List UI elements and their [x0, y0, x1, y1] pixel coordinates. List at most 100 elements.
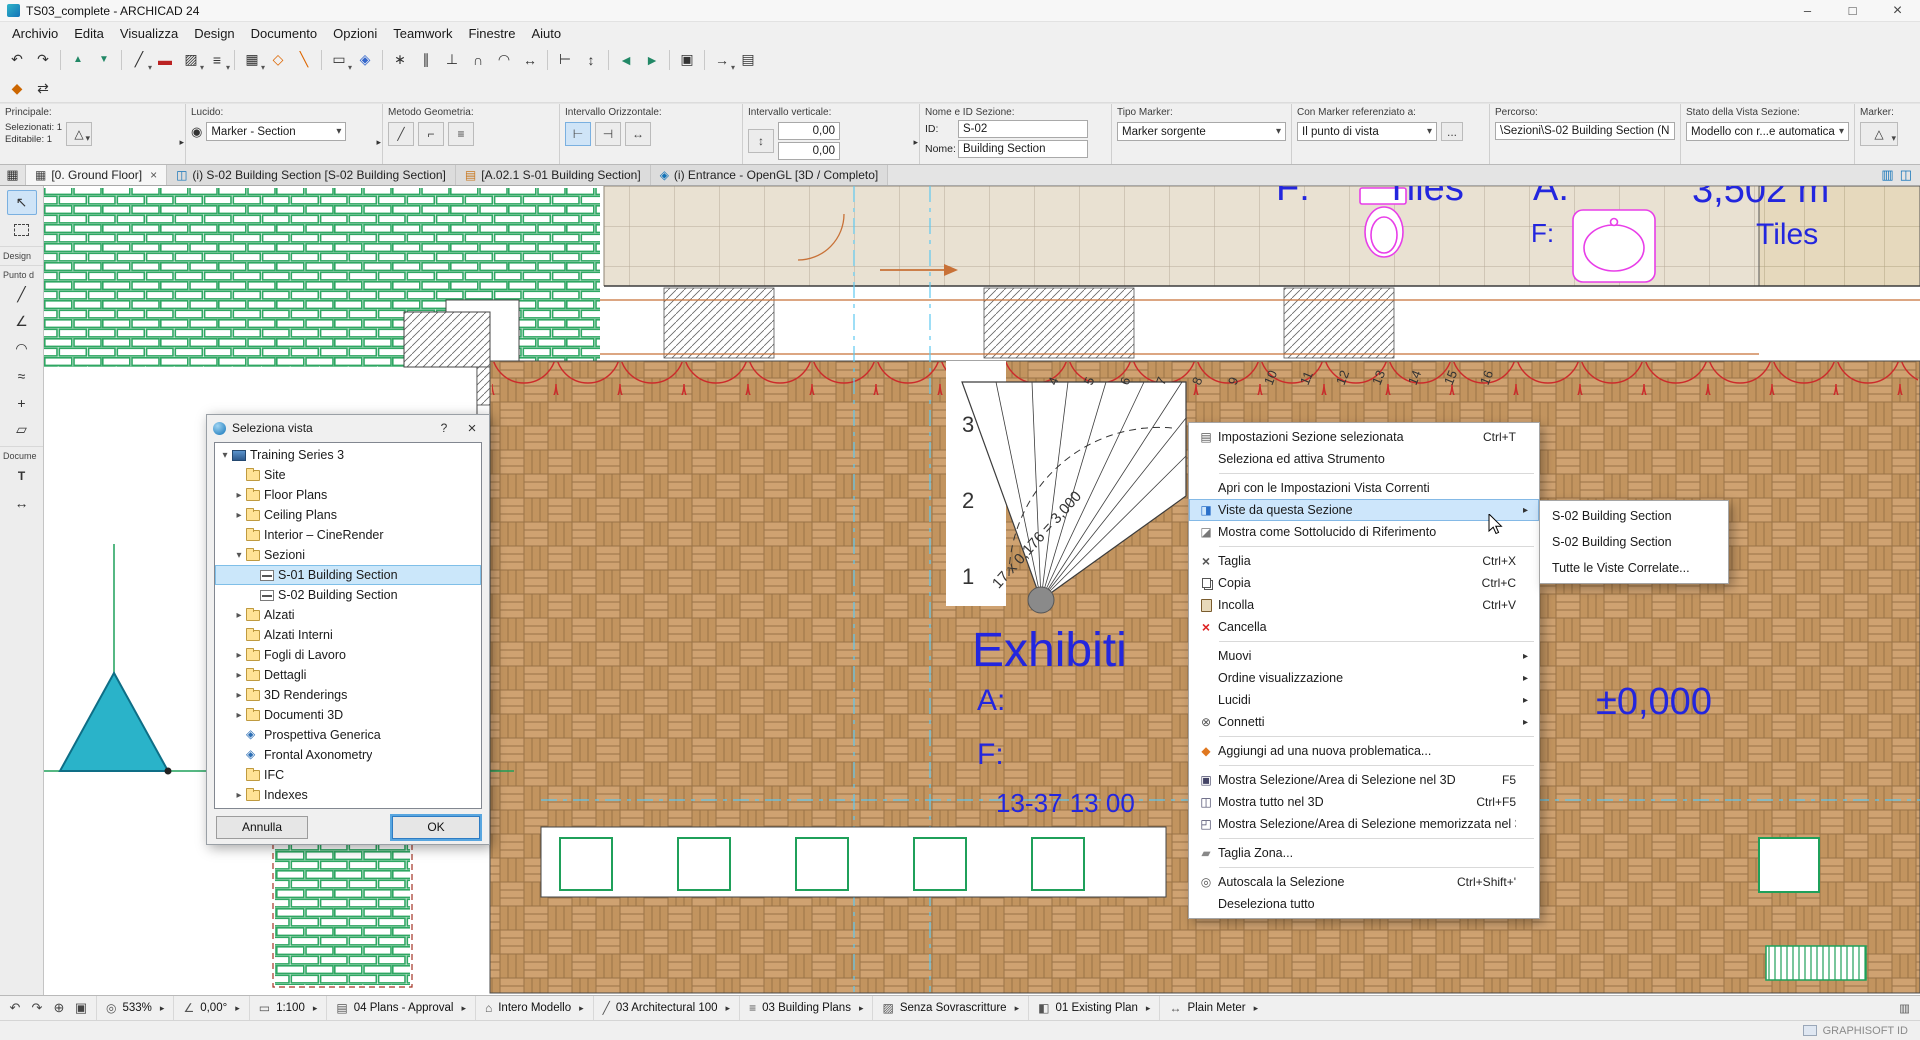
tree-item[interactable]: Alzati Interni	[215, 625, 481, 645]
tree-item[interactable]: Floor Plans	[215, 485, 481, 505]
menu-bar-item[interactable]: Edita	[66, 24, 112, 43]
tool-icon[interactable]	[7, 282, 37, 307]
tree-expand-arrow[interactable]	[233, 710, 245, 721]
toolbar-button[interactable]	[710, 48, 734, 72]
tree-item[interactable]: Alzati	[215, 605, 481, 625]
toolbar-button[interactable]	[153, 48, 177, 72]
status-segment[interactable]: 1:100	[249, 996, 327, 1020]
toolbar-button[interactable]	[31, 48, 55, 72]
nav-button[interactable]	[71, 998, 91, 1018]
nav-button[interactable]	[5, 998, 25, 1018]
vertical-top-input[interactable]: 0,00	[778, 122, 840, 140]
menu-bar-item[interactable]: Teamwork	[385, 24, 460, 43]
marker-reference-more-button[interactable]: ...	[1441, 122, 1463, 141]
tree-item[interactable]: Prospettiva Generica	[215, 725, 481, 745]
tree-expand-arrow[interactable]	[233, 490, 245, 501]
context-menu-item[interactable]: Viste da questa Sezione	[1189, 499, 1539, 521]
tree-item[interactable]: Dettagli	[215, 665, 481, 685]
navigator-popup-button[interactable]	[0, 165, 26, 185]
submenu-item[interactable]: Tutte le Viste Correlate...	[1540, 555, 1728, 581]
context-menu-item[interactable]: Mostra tutto nel 3D Ctrl+F5	[1189, 791, 1539, 813]
tab-close-icon[interactable]	[150, 168, 157, 182]
eye-icon[interactable]	[191, 124, 202, 140]
tool-icon[interactable]	[7, 463, 37, 488]
maximize-button[interactable]	[1830, 0, 1875, 21]
status-segment[interactable]: Plain Meter	[1159, 996, 1267, 1020]
document-tab[interactable]: [0. Ground Floor]	[26, 165, 167, 185]
quick-layers-icon[interactable]	[1881, 167, 1893, 183]
geometry-method-single-button[interactable]	[388, 122, 414, 146]
context-menu-item[interactable]: Mostra come Sottolucido di Riferimento	[1189, 521, 1539, 543]
close-button[interactable]	[1875, 0, 1920, 21]
horizontal-range-infinite-button[interactable]	[565, 122, 591, 146]
document-tab[interactable]: (i) S-02 Building Section [S-02 Building…	[167, 165, 456, 185]
context-menu-item[interactable]: Impostazioni Sezione selezionata Ctrl+T	[1189, 426, 1539, 448]
toolbar-button[interactable]	[292, 48, 316, 72]
vertical-bottom-input[interactable]: 0,00	[778, 142, 840, 160]
toolbar-button[interactable]	[640, 48, 664, 72]
overflow-arrow-icon[interactable]	[376, 137, 381, 148]
tracker-icon[interactable]	[1899, 1001, 1920, 1015]
context-menu-item[interactable]: Taglia Ctrl+X	[1189, 550, 1539, 572]
context-menu-item[interactable]: Copia Ctrl+C	[1189, 572, 1539, 594]
menu-bar-item[interactable]: Visualizza	[112, 24, 186, 43]
tree-expand-arrow[interactable]	[233, 650, 245, 661]
tool-icon[interactable]	[7, 490, 37, 515]
menu-bar-item[interactable]: Aiuto	[523, 24, 569, 43]
menu-bar-item[interactable]: Design	[186, 24, 242, 43]
context-menu-item[interactable]: Seleziona ed attiva Strumento	[1189, 448, 1539, 470]
toolbar-button[interactable]	[553, 48, 577, 72]
tree-item[interactable]: Sezioni	[215, 545, 481, 565]
toolbar-button[interactable]	[518, 48, 542, 72]
horizontal-range-limited-button[interactable]	[595, 122, 621, 146]
tree-item[interactable]: S-01 Building Section	[215, 565, 481, 585]
toolbar-button[interactable]	[579, 48, 603, 72]
minimize-button[interactable]	[1785, 0, 1830, 21]
toolbar-button[interactable]	[736, 48, 760, 72]
path-field[interactable]: \Sezioni\S-02 Building Section (N	[1495, 122, 1675, 140]
toolbar-button[interactable]	[492, 48, 516, 72]
status-segment[interactable]: Senza Sovrascritture	[872, 996, 1028, 1020]
geometry-method-chained-button[interactable]	[418, 122, 444, 146]
document-tab[interactable]: (i) Entrance - OpenGL [3D / Completo]	[651, 165, 889, 185]
context-menu-item[interactable]: Lucidi	[1189, 689, 1539, 711]
toolbar-button[interactable]	[327, 48, 351, 72]
nav-button[interactable]	[49, 998, 69, 1018]
toolbar-button[interactable]	[675, 48, 699, 72]
context-menu-item[interactable]: Taglia Zona...	[1189, 842, 1539, 864]
status-segment[interactable]: 04 Plans - Approval	[326, 996, 475, 1020]
marker-reference-select[interactable]: Il punto di vista	[1297, 122, 1437, 141]
toolbar-button[interactable]	[353, 48, 377, 72]
overflow-arrow-icon[interactable]	[179, 137, 184, 148]
dialog-help-button[interactable]: ?	[433, 419, 455, 437]
tree-expand-arrow[interactable]	[233, 670, 245, 681]
context-menu-item[interactable]: Deseleziona tutto	[1189, 893, 1539, 915]
dialog-titlebar[interactable]: Seleziona vista ?	[207, 415, 489, 441]
status-segment[interactable]: 01 Existing Plan	[1028, 996, 1159, 1020]
status-segment[interactable]: 0,00°	[173, 996, 248, 1020]
section-id-input[interactable]: S-02	[958, 120, 1088, 138]
tree-item[interactable]: Interior – CineRender	[215, 525, 481, 545]
tree-item[interactable]: Site	[215, 465, 481, 485]
toolbar-button[interactable]	[466, 48, 490, 72]
element-settings-button[interactable]	[66, 122, 92, 146]
tree-expand-arrow[interactable]	[233, 550, 245, 561]
status-segment[interactable]: 03 Building Plans	[739, 996, 872, 1020]
tree-item[interactable]: Frontal Axonometry	[215, 745, 481, 765]
tree-expand-arrow[interactable]	[233, 790, 245, 801]
marker-type-select[interactable]: Marker sorgente	[1117, 122, 1286, 141]
menu-bar-item[interactable]: Documento	[243, 24, 325, 43]
horizontal-range-zero-button[interactable]	[625, 122, 651, 146]
quick-views-icon[interactable]	[1900, 167, 1912, 183]
toolbar-button[interactable]	[5, 77, 29, 101]
tool-icon[interactable]	[7, 309, 37, 334]
tool-icon[interactable]	[7, 390, 37, 415]
context-menu-item[interactable]: Cancella	[1189, 616, 1539, 638]
tool-icon[interactable]	[7, 217, 37, 242]
toolbar-button[interactable]	[5, 48, 29, 72]
tree-item[interactable]: Fogli di Lavoro	[215, 645, 481, 665]
context-menu-item[interactable]: Ordine visualizzazione	[1189, 667, 1539, 689]
status-segment[interactable]: 03 Architectural 100	[593, 996, 739, 1020]
toolbar-button[interactable]	[414, 48, 438, 72]
context-menu-item[interactable]: Autoscala la Selezione Ctrl+Shift+'	[1189, 871, 1539, 893]
